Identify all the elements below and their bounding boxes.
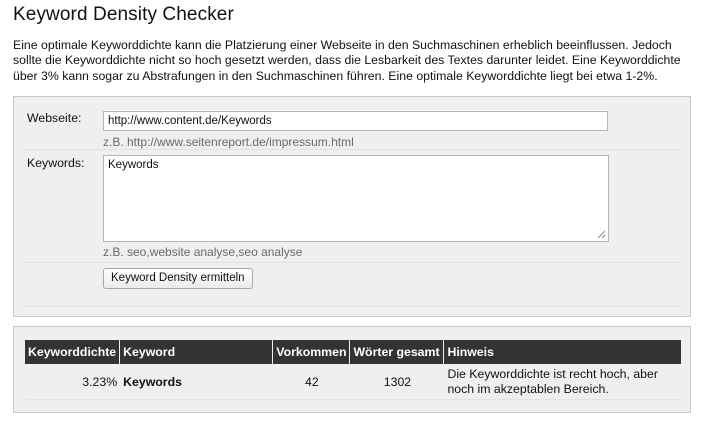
resize-grip-icon[interactable] (597, 230, 606, 239)
column-header-density: Keyworddichte (25, 340, 121, 364)
column-header-keyword: Keyword (120, 340, 274, 364)
intro-text: Eine optimale Keyworddichte kann die Pla… (13, 38, 681, 83)
form-panel: Webseite: z.B. http://www.seitenreport.d… (13, 96, 691, 317)
row-divider (24, 149, 680, 150)
cell-hint: Die Keyworddichte ist recht hoch, aber n… (444, 364, 681, 400)
page-title: Keyword Density Checker (13, 4, 234, 25)
column-header-hint: Hinweis (444, 340, 681, 364)
cell-occurrences: 42 (273, 364, 351, 400)
table-row: 3.23% Keywords 42 1302 Die Keyworddichte… (25, 364, 681, 400)
cell-total-words: 1302 (350, 364, 445, 400)
column-header-total-words: Wörter gesamt (350, 340, 445, 364)
table-header-row: Keyworddichte Keyword Vorkommen Wörter g… (25, 340, 681, 364)
page: Keyword Density Checker Eine optimale Ke… (0, 0, 701, 421)
results-panel: Keyworddichte Keyword Vorkommen Wörter g… (13, 326, 691, 413)
keywords-label: Keywords: (27, 156, 85, 170)
submit-button[interactable]: Keyword Density ermitteln (103, 268, 253, 289)
column-header-occurrences: Vorkommen (273, 340, 351, 364)
keywords-textarea[interactable]: Keywords (103, 155, 609, 242)
keywords-hint: z.B. seo,website analyse,seo analyse (103, 245, 303, 259)
website-hint: z.B. http://www.seitenreport.de/impressu… (103, 135, 354, 149)
row-divider (24, 262, 680, 263)
cell-keyword: Keywords (120, 364, 274, 400)
results-table: Keyworddichte Keyword Vorkommen Wörter g… (25, 340, 681, 400)
row-divider (24, 306, 680, 307)
website-label: Webseite: (27, 111, 82, 125)
cell-density: 3.23% (25, 364, 121, 400)
website-input[interactable] (103, 111, 608, 131)
